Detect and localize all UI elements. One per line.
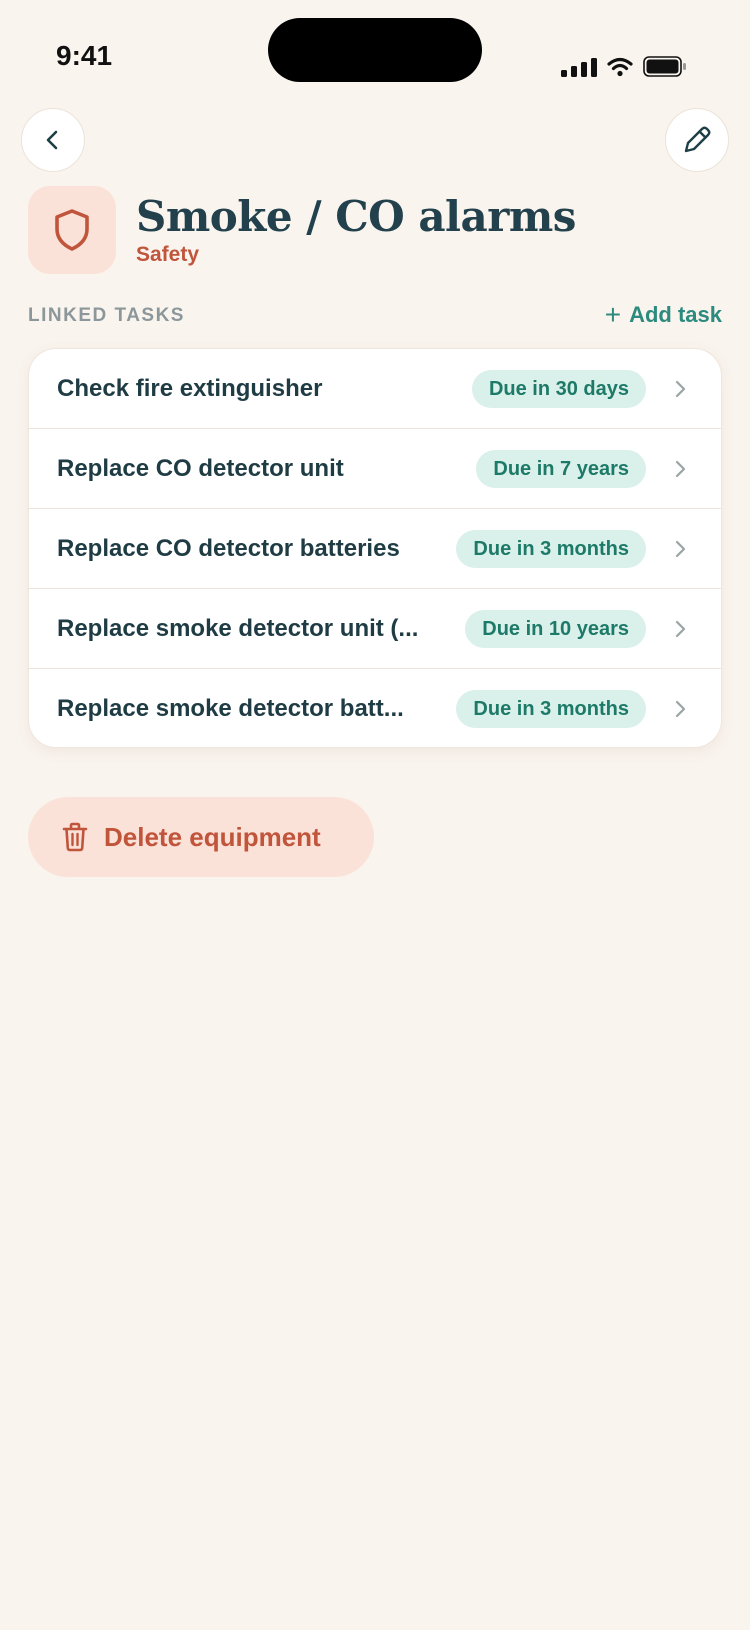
equipment-title: Smoke / CO alarms: [136, 192, 576, 241]
task-row[interactable]: Replace smoke detector batt... Due in 3 …: [29, 669, 721, 747]
due-badge: Due in 10 years: [465, 610, 646, 648]
delete-equipment-button[interactable]: Delete equipment: [28, 797, 374, 877]
add-task-button[interactable]: + Add task: [604, 299, 722, 330]
chevron-right-icon: [675, 700, 686, 718]
shield-icon: [55, 209, 89, 251]
add-task-label: Add task: [629, 302, 722, 327]
task-name: Check fire extinguisher: [57, 375, 323, 402]
task-name: Replace smoke detector unit (...: [57, 615, 419, 642]
task-name: Replace CO detector batteries: [57, 535, 400, 562]
linked-tasks-card: Check fire extinguisher Due in 30 days R…: [28, 348, 722, 748]
due-badge: Due in 7 years: [476, 450, 646, 488]
task-row[interactable]: Replace smoke detector unit (... Due in …: [29, 589, 721, 669]
task-row[interactable]: Replace CO detector batteries Due in 3 m…: [29, 509, 721, 589]
dynamic-island: [268, 18, 482, 82]
due-badge: Due in 3 months: [456, 690, 646, 728]
status-icons: [561, 56, 687, 77]
cellular-signal-icon: [561, 58, 597, 77]
battery-icon: [643, 56, 686, 77]
task-row[interactable]: Check fire extinguisher Due in 30 days: [29, 349, 721, 429]
equipment-category: Safety: [136, 243, 200, 266]
chevron-right-icon: [675, 540, 686, 558]
chevron-left-icon: [46, 130, 58, 150]
task-row[interactable]: Replace CO detector unit Due in 7 years: [29, 429, 721, 509]
status-time: 9:41: [56, 40, 113, 71]
due-badge: Due in 30 days: [471, 370, 646, 408]
delete-equipment-label: Delete equipment: [104, 821, 321, 852]
plus-icon: +: [604, 299, 622, 330]
wifi-icon: [607, 57, 633, 77]
chevron-right-icon: [675, 620, 686, 638]
back-button[interactable]: [21, 108, 85, 172]
edit-button[interactable]: [665, 108, 729, 172]
equipment-detail-screen: 9:41 Smoke / CO alarms Safety LINKED TAS…: [0, 0, 750, 1630]
chevron-right-icon: [675, 380, 686, 398]
task-name: Replace CO detector unit: [57, 455, 344, 482]
task-name: Replace smoke detector batt...: [57, 695, 404, 722]
trash-icon: [62, 822, 88, 852]
chevron-right-icon: [675, 460, 686, 478]
equipment-icon-tile: [28, 186, 116, 274]
pencil-icon: [684, 126, 711, 153]
due-badge: Due in 3 months: [456, 530, 646, 568]
linked-tasks-label: LINKED TASKS: [28, 305, 185, 326]
